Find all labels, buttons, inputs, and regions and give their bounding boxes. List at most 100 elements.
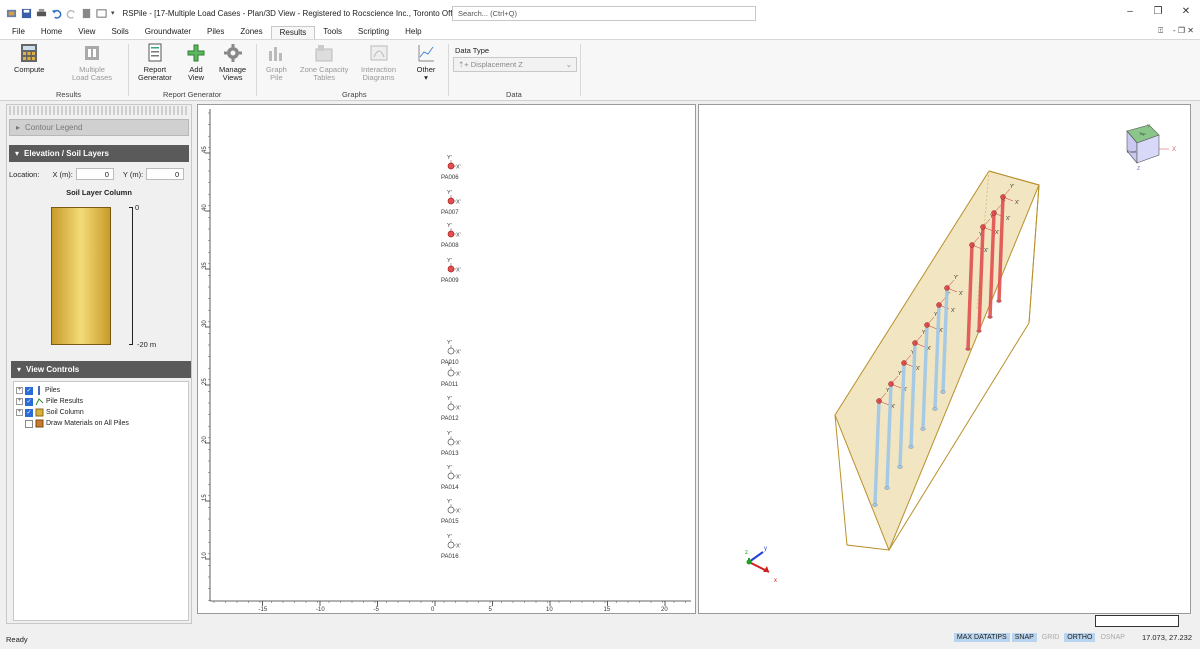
view-controls-label: View Controls <box>26 365 80 374</box>
expand-icon[interactable]: + <box>16 398 23 405</box>
multiple-load-cases-label: Multiple Load Cases <box>72 65 113 82</box>
search-input[interactable]: Search... (Ctrl+Q) <box>452 6 756 21</box>
bar-graph-icon <box>269 47 283 61</box>
close-button[interactable]: ✕ <box>1172 0 1200 22</box>
table-icon <box>315 45 333 62</box>
soil-column-icon <box>35 408 44 417</box>
minimize-button[interactable]: – <box>1116 0 1144 22</box>
other-button[interactable]: Other ▾ <box>416 43 436 82</box>
chevron-right-icon: ▸ <box>16 123 21 132</box>
print-icon[interactable] <box>36 8 47 19</box>
view-cube[interactable]: Top Front X Y Z <box>1126 124 1176 172</box>
report-icon <box>148 43 162 62</box>
pile-head <box>447 369 455 377</box>
x-tick-label: -10 <box>316 607 325 613</box>
pile-x-axis-label: X' <box>456 406 461 412</box>
multiple-load-cases-button[interactable]: Multiple Load Cases <box>72 43 112 82</box>
tab-scripting[interactable]: Scripting <box>350 26 397 39</box>
x-tick-label: -15 <box>259 607 268 613</box>
tab-file[interactable]: File <box>4 26 33 39</box>
add-view-button[interactable]: Add View <box>186 43 206 82</box>
ortho-toggle[interactable]: ORTHO <box>1064 633 1096 642</box>
pile-y-label: Y' <box>1010 184 1014 190</box>
expand-icon[interactable]: + <box>16 387 23 394</box>
grid-toggle[interactable]: GRID <box>1039 633 1063 642</box>
horizontal-scrollbar[interactable] <box>197 616 1191 624</box>
tab-help[interactable]: Help <box>397 26 429 39</box>
snap-toggle[interactable]: SNAP <box>1011 633 1037 642</box>
vertical-ruler: 45 40 35 30 25 20 15 10 <box>202 109 211 601</box>
osnap-toggle[interactable]: OSNAP <box>1097 633 1128 642</box>
save-icon[interactable] <box>21 8 32 19</box>
tab-groundwater[interactable]: Groundwater <box>137 26 199 39</box>
checkbox-soil-column[interactable]: ✓ <box>25 408 33 417</box>
window-icon[interactable] <box>96 8 107 19</box>
3d-view[interactable]: X'Y'X'Y'X'Y'X'Y'X'Y'X'Y'X'Y'X'Y'X'Y'X'Y'… <box>698 104 1191 614</box>
tree-label: Draw Materials on All Piles <box>46 420 129 427</box>
view-controls-header[interactable]: ▾ View Controls <box>11 361 191 378</box>
zone-capacity-tables-button[interactable]: Zone Capacity Tables <box>300 43 348 82</box>
tab-view[interactable]: View <box>70 26 103 39</box>
document-window-controls[interactable]: - ❐ ✕ <box>1173 26 1194 36</box>
tab-piles[interactable]: Piles <box>199 26 232 39</box>
pile-marker: Y'X'PA013 <box>441 431 461 457</box>
tab-tools[interactable]: Tools <box>315 26 350 39</box>
ribbon-toggle-icon[interactable]: ⍐ <box>1158 26 1163 36</box>
compute-button[interactable]: Compute <box>14 43 44 74</box>
tree-item-piles[interactable]: + ✓ Piles <box>16 385 186 396</box>
tab-soils[interactable]: Soils <box>103 26 136 39</box>
pile-x-label: X' <box>984 248 988 254</box>
undo-icon[interactable] <box>51 8 62 19</box>
chevron-down-icon: ⌄ <box>565 60 572 69</box>
manage-views-button[interactable]: Manage Views <box>219 43 246 82</box>
window-title: RSPile - [17-Multiple Load Cases - Plan/… <box>122 8 465 18</box>
interaction-diagrams-button[interactable]: Interaction Diagrams <box>361 43 396 82</box>
panel-grip[interactable] <box>9 106 189 115</box>
diagram-icon <box>370 45 388 61</box>
contour-legend-header[interactable]: ▸ Contour Legend <box>9 119 189 136</box>
app-logo-icon[interactable] <box>6 8 17 19</box>
graph-pile-button[interactable]: Graph Pile <box>266 43 287 82</box>
checkbox-draw-materials[interactable] <box>25 419 33 428</box>
qat-dropdown-icon[interactable]: ▾ <box>111 9 115 17</box>
ribbon-separator <box>448 44 449 96</box>
maximize-button[interactable]: ❐ <box>1144 0 1172 22</box>
report-generator-button[interactable]: Report Generator <box>138 43 172 82</box>
x-coordinate-input[interactable]: 0 <box>75 168 114 180</box>
pile-label: PA014 <box>441 485 459 491</box>
y-coordinate-input[interactable]: 0 <box>146 168 185 180</box>
y-tick-label: 30 <box>202 320 208 327</box>
tab-zones[interactable]: Zones <box>232 26 270 39</box>
pile-marker: Y'X'PA016 <box>441 534 461 560</box>
checkbox-piles[interactable]: ✓ <box>25 386 33 395</box>
elevation-header-label: Elevation / Soil Layers <box>24 149 109 158</box>
document-icon[interactable] <box>81 8 92 19</box>
redo-icon[interactable] <box>66 8 77 19</box>
tree-item-pile-results[interactable]: + ✓ Pile Results <box>16 396 186 407</box>
cursor-coordinates: 17.073, 27.232 <box>1141 633 1192 642</box>
expand-icon[interactable]: + <box>16 409 23 416</box>
interaction-diagrams-label: Interaction Diagrams <box>361 65 397 82</box>
x-tick-label: 10 <box>546 607 553 613</box>
ribbon-separator <box>128 44 129 96</box>
tree-item-draw-materials[interactable]: Draw Materials on All Piles <box>16 418 186 429</box>
pile-tip <box>965 347 971 351</box>
max-datatips-toggle[interactable]: MAX DATATIPS <box>953 633 1010 642</box>
plan-view-canvas[interactable]: 4540353025201510 -15 -10 -5 0 5 10 15 20 Y'X'PA… <box>198 105 695 613</box>
zone-capacity-label: Zone Capacity Tables <box>300 65 349 82</box>
report-generator-label: Report Generator <box>138 65 172 82</box>
tab-results[interactable]: Results <box>270 26 316 39</box>
3d-view-canvas[interactable]: X'Y'X'Y'X'Y'X'Y'X'Y'X'Y'X'Y'X'Y'X'Y'X'Y'… <box>699 105 1190 613</box>
other-dropdown-icon: ▾ <box>424 73 428 82</box>
pile-marker: Y'X'PA006 <box>441 155 461 181</box>
plan-view[interactable]: 45 40 35 30 25 20 15 10 -15 -10 -5 0 5 10 15 20 Y' X' PA… <box>197 104 696 614</box>
tree-item-soil-column[interactable]: + ✓ Soil Column <box>16 407 186 418</box>
checkbox-pile-results[interactable]: ✓ <box>25 397 33 406</box>
pile-tip <box>920 427 926 431</box>
x-tick-label: 20 <box>661 607 668 613</box>
pile-x-axis-label: X' <box>456 350 461 356</box>
elevation-soil-layers-header[interactable]: ▾ Elevation / Soil Layers <box>9 145 189 162</box>
ribbon-separator <box>580 44 581 96</box>
data-type-select[interactable]: ⇡+ Displacement Z ⌄ <box>453 57 577 72</box>
tab-home[interactable]: Home <box>33 26 70 39</box>
